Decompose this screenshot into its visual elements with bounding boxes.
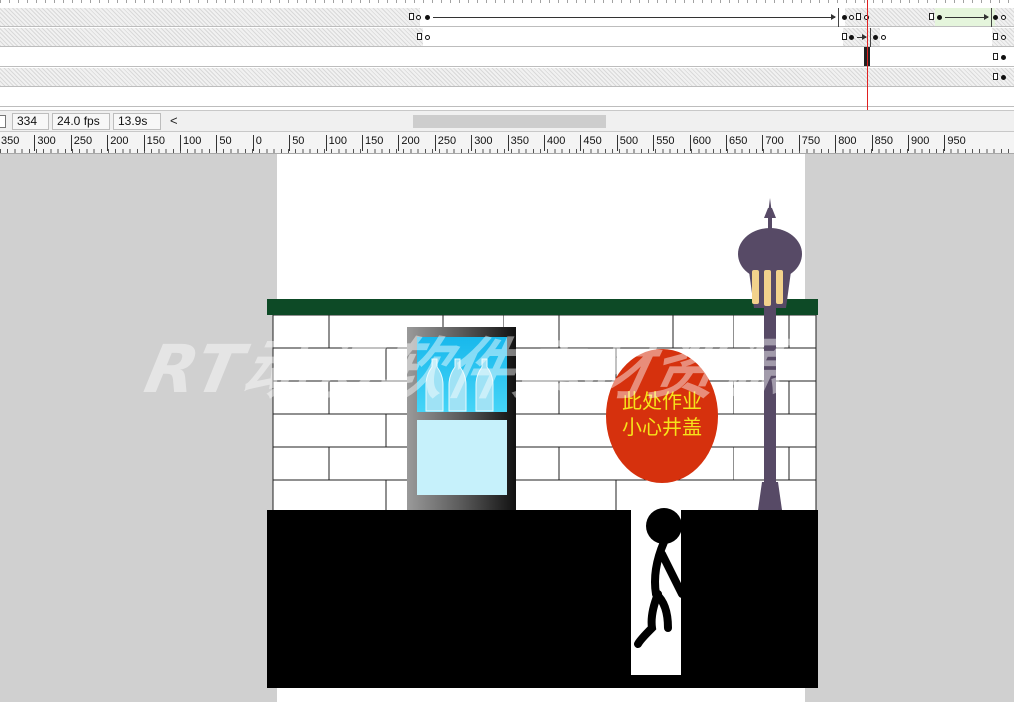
ruler-label: 850 bbox=[871, 135, 893, 151]
ruler-label: 950 bbox=[944, 135, 966, 151]
timeline-scrollbar-thumb[interactable] bbox=[413, 115, 606, 128]
ruler-label: 500 bbox=[616, 135, 638, 151]
ruler-label: 50 bbox=[216, 135, 232, 151]
timeline-layer-row[interactable] bbox=[0, 68, 1014, 87]
keyframe-empty-icon[interactable] bbox=[416, 15, 421, 20]
ruler-label: 400 bbox=[544, 135, 565, 151]
ruler-label: 650 bbox=[726, 135, 747, 151]
ruler-label: 200 bbox=[398, 135, 420, 151]
playhead[interactable] bbox=[867, 0, 868, 110]
warning-sign-text: 此处作业 小心井盖 bbox=[606, 388, 718, 440]
sign-line-1: 此处作业 bbox=[622, 389, 702, 413]
keyframe-empty-icon[interactable] bbox=[881, 35, 886, 40]
current-frame-field[interactable]: 334 bbox=[12, 113, 49, 130]
motion-tween-arrow bbox=[857, 34, 867, 40]
ruler-label: 350 bbox=[507, 135, 529, 151]
ruler-label: 750 bbox=[798, 135, 820, 151]
keyframe-filled-icon[interactable] bbox=[842, 15, 847, 20]
ruler-label: 150 bbox=[143, 135, 165, 151]
sign-line-2: 小心井盖 bbox=[622, 415, 702, 439]
keyframe-filled-icon[interactable] bbox=[849, 35, 854, 40]
frame-divider bbox=[991, 8, 992, 27]
keyframe-empty-icon[interactable] bbox=[425, 35, 430, 40]
timeline-layer-row[interactable] bbox=[0, 88, 1014, 107]
horizontal-ruler[interactable]: 350 300 250 200 150 100 50 0 50 100 150 200 250 300 35… bbox=[0, 132, 1014, 154]
keyframe-icon[interactable] bbox=[842, 33, 847, 40]
drink-cooler bbox=[407, 327, 516, 510]
brick-wall bbox=[272, 314, 817, 512]
keyframe-filled-icon[interactable] bbox=[425, 15, 430, 20]
timeline-frame-ticks bbox=[0, 0, 1014, 3]
ruler-label: 450 bbox=[580, 135, 602, 151]
roof-edge bbox=[267, 299, 818, 315]
ruler-label: 350 bbox=[0, 135, 19, 151]
keyframe-icon[interactable] bbox=[993, 33, 998, 40]
frame-rate-field[interactable]: 24.0 fps bbox=[52, 113, 110, 130]
frame-divider bbox=[838, 8, 839, 27]
ruler-label: 250 bbox=[70, 135, 92, 151]
ruler-label: 600 bbox=[689, 135, 711, 151]
ruler-label: 550 bbox=[653, 135, 675, 151]
ruler-label: 800 bbox=[835, 135, 857, 151]
ruler-label: 200 bbox=[107, 135, 129, 151]
keyframe-empty-icon[interactable] bbox=[1001, 35, 1006, 40]
ground-block bbox=[267, 510, 818, 688]
keyframe-empty-icon[interactable] bbox=[849, 15, 854, 20]
stage-area[interactable]: 此处作业 小心井盖 bbox=[0, 154, 1014, 702]
tween-span[interactable] bbox=[423, 28, 843, 46]
ruler-label: 150 bbox=[362, 135, 383, 151]
keyframe-empty-icon[interactable] bbox=[1001, 15, 1006, 20]
keyframe-icon[interactable] bbox=[929, 13, 934, 20]
keyframe-icon[interactable] bbox=[856, 13, 861, 20]
elapsed-time-field: 13.9s bbox=[113, 113, 161, 130]
keyframe-icon[interactable] bbox=[993, 73, 998, 80]
motion-tween-arrow bbox=[945, 14, 989, 20]
timeline-panel[interactable] bbox=[0, 0, 1014, 110]
motion-tween-arrow bbox=[433, 14, 836, 20]
ruler-label: 300 bbox=[34, 135, 56, 151]
timeline-layer-row[interactable] bbox=[0, 48, 1014, 67]
tween-span[interactable] bbox=[880, 28, 992, 46]
ruler-label: 700 bbox=[762, 135, 784, 151]
scroll-left-icon[interactable]: < bbox=[170, 113, 178, 129]
timeline-layer-row[interactable] bbox=[0, 28, 1014, 47]
ruler-label: 300 bbox=[471, 135, 493, 151]
ruler-label: 900 bbox=[908, 135, 929, 151]
ruler-label: 0 bbox=[252, 135, 262, 151]
scene-artwork bbox=[267, 198, 818, 688]
keyframe-icon[interactable] bbox=[409, 13, 414, 20]
keyframe-filled-icon[interactable] bbox=[873, 35, 878, 40]
keyframe-filled-icon[interactable] bbox=[1001, 55, 1006, 60]
timeline-status-bar: 334 24.0 fps 13.9s < bbox=[0, 110, 1014, 132]
timeline-layer-row[interactable] bbox=[0, 8, 1014, 27]
keyframe-filled-icon[interactable] bbox=[937, 15, 942, 20]
ruler-label: 100 bbox=[180, 135, 201, 151]
onion-skin-icon[interactable] bbox=[0, 115, 6, 128]
keyframe-filled-icon[interactable] bbox=[1001, 75, 1006, 80]
frame-divider bbox=[870, 28, 871, 47]
keyframe-filled-icon[interactable] bbox=[993, 15, 998, 20]
keyframe-icon[interactable] bbox=[993, 53, 998, 60]
ruler-label: 50 bbox=[289, 135, 304, 151]
keyframe-icon[interactable] bbox=[417, 33, 422, 40]
ruler-label: 100 bbox=[325, 135, 347, 151]
ruler-label: 250 bbox=[434, 135, 456, 151]
